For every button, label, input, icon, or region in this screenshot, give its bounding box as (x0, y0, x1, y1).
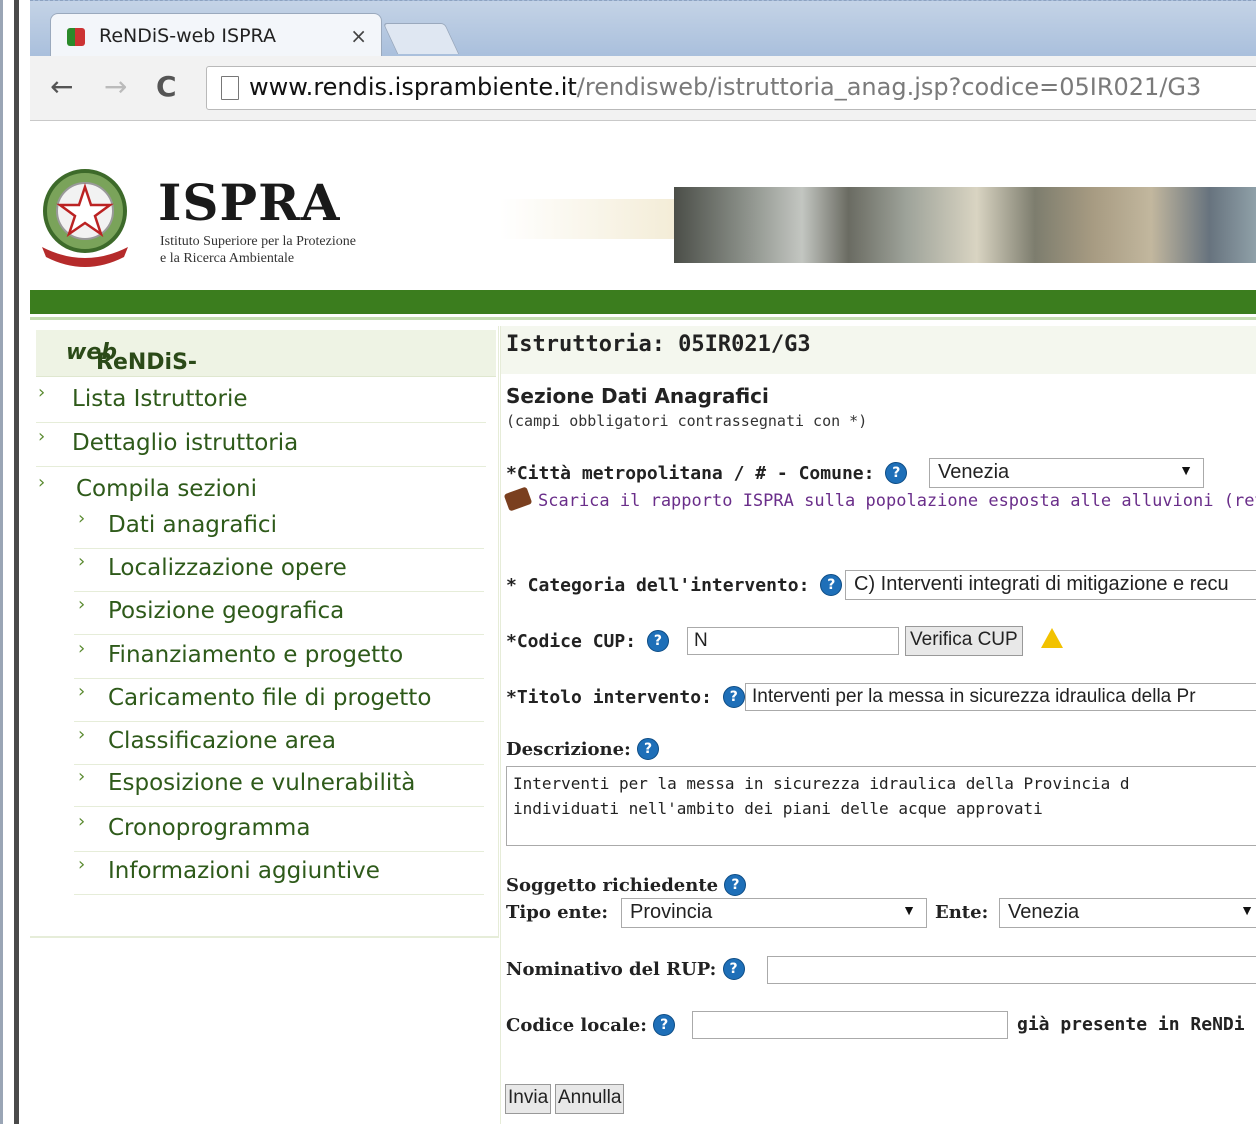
chevron-right-icon: › (38, 382, 46, 403)
sidebar-subitem-informazioni-aggiuntive[interactable]: › Informazioni aggiuntive (74, 854, 484, 895)
sidebar-item-lista-istruttorie[interactable]: › Lista Istruttorie (36, 382, 486, 423)
section-note: (campi obbligatori contrassegnati con *) (506, 412, 868, 430)
titolo-input[interactable]: Interventi per la messa in sicurezza idr… (745, 683, 1256, 711)
categoria-select[interactable]: C) Interventi integrati di mitigazione e… (845, 570, 1256, 600)
favicon-icon (67, 28, 85, 46)
url-text: www.rendis.isprambiente.it/rendisweb/ist… (249, 73, 1202, 101)
sidebar-subitem-caricamento-file[interactable]: › Caricamento file di progetto (74, 681, 484, 722)
help-icon[interactable]: ? (646, 630, 669, 652)
sidebar-item-dettaglio-istruttoria[interactable]: › Dettaglio istruttoria (36, 426, 486, 467)
browser-toolbar: ← → C www.rendis.isprambiente.it/rendisw… (30, 56, 1256, 121)
cup-label: *Codice CUP: ? (506, 630, 669, 652)
forward-arrow-icon[interactable]: → (104, 70, 127, 103)
comune-select[interactable]: Venezia ▼ (929, 458, 1204, 488)
chevron-right-icon: › (78, 681, 86, 702)
new-tab-button[interactable] (382, 23, 460, 54)
browser-tab[interactable]: ReNDiS-web ISPRA × (50, 13, 382, 58)
verifica-cup-button[interactable]: Verifica CUP (905, 626, 1023, 656)
book-icon (503, 486, 533, 512)
chevron-right-icon: › (78, 508, 86, 529)
help-icon[interactable]: ? (637, 738, 660, 760)
cup-input[interactable]: N (687, 627, 899, 655)
green-line (30, 317, 1256, 320)
sidebar-divider (30, 936, 498, 938)
brand-subtitle: Istituto Superiore per la Protezione e l… (160, 234, 356, 266)
sidebar-item-compila-sezioni[interactable]: › Compila sezioni (36, 472, 486, 512)
sidebar-subitem-cronoprogramma[interactable]: › Cronoprogramma (74, 811, 484, 852)
dropdown-arrow-icon: ▼ (1179, 462, 1193, 478)
sidebar-title: ReNDiS-web (36, 330, 496, 377)
back-arrow-icon[interactable]: ← (50, 70, 73, 103)
chevron-right-icon: › (78, 724, 86, 745)
screen-edge (0, 0, 30, 1124)
annulla-button[interactable]: Annulla (555, 1084, 625, 1114)
dropdown-arrow-icon: ▼ (902, 902, 916, 918)
chevron-right-icon: › (78, 638, 86, 659)
sidebar-subitem-esposizione-vulnerabilita[interactable]: › Esposizione e vulnerabilità (74, 766, 484, 807)
header-banner-image (674, 187, 1256, 263)
rup-label: Nominativo del RUP: ? (506, 958, 745, 980)
chevron-right-icon: › (38, 426, 46, 447)
invia-button[interactable]: Invia (505, 1084, 552, 1114)
address-bar[interactable]: www.rendis.isprambiente.it/rendisweb/ist… (206, 66, 1256, 110)
chevron-right-icon: › (78, 854, 86, 875)
main-content: Istruttoria: 05IR021/G3 Sezione Dati Ana… (500, 326, 1256, 1124)
sidebar-subitem-finanziamento-e-progetto[interactable]: › Finanziamento e progetto (74, 638, 484, 679)
chevron-right-icon: › (78, 551, 86, 572)
ente-select[interactable]: Venezia ▼ (999, 898, 1256, 928)
browser-tab-strip: ReNDiS-web ISPRA × (30, 0, 1256, 58)
soggetto-label: Soggetto richiedente ? (506, 874, 747, 896)
header-fade (500, 199, 680, 239)
download-report-link[interactable]: Scarica il rapporto ISPRA sulla popolazi… (503, 486, 1256, 512)
close-icon[interactable]: × (350, 24, 367, 48)
sidebar-subitem-localizzazione-opere[interactable]: › Localizzazione opere (74, 551, 484, 592)
help-icon[interactable]: ? (820, 574, 843, 596)
sidebar-subitem-posizione-geografica[interactable]: › Posizione geografica (74, 594, 484, 635)
rup-input[interactable] (767, 956, 1256, 984)
section-title: Sezione Dati Anagrafici (506, 384, 769, 408)
categoria-label: * Categoria dell'intervento: ? (506, 574, 843, 596)
page-icon (221, 76, 239, 100)
sidebar-subitem-dati-anagrafici[interactable]: › Dati anagrafici (74, 508, 484, 549)
help-icon[interactable]: ? (724, 874, 747, 896)
green-bar (30, 290, 1256, 314)
warning-icon (1041, 628, 1063, 648)
gia-presente-label: già presente in ReNDi (1017, 1014, 1245, 1035)
codice-locale-input[interactable] (692, 1011, 1008, 1039)
help-icon[interactable]: ? (722, 686, 745, 708)
chevron-right-icon: › (78, 766, 86, 787)
brand-title: ISPRA (158, 173, 341, 232)
tipo-ente-select[interactable]: Provincia ▼ (621, 898, 927, 928)
chevron-right-icon: › (78, 811, 86, 832)
ente-label: Ente: (935, 902, 989, 923)
dropdown-arrow-icon: ▼ (1240, 902, 1254, 918)
chevron-right-icon: › (78, 594, 86, 615)
sidebar-subitem-classificazione-area[interactable]: › Classificazione area (74, 724, 484, 765)
emblem-icon (42, 169, 128, 267)
chevron-right-icon: › (38, 472, 46, 493)
site-header: ISPRA Istituto Superiore per la Protezio… (30, 121, 1256, 289)
help-icon[interactable]: ? (885, 462, 908, 484)
codice-locale-label: Codice locale: ? (506, 1014, 676, 1036)
istruttoria-title: Istruttoria: 05IR021/G3 (506, 332, 811, 357)
sidebar: ReNDiS-web › Lista Istruttorie › Dettagl… (30, 326, 499, 938)
reload-icon[interactable]: C (156, 70, 177, 103)
descrizione-label: Descrizione: ? (506, 738, 660, 760)
descrizione-textarea[interactable]: Interventi per la messa in sicurezza idr… (506, 766, 1256, 846)
help-icon[interactable]: ? (722, 958, 745, 980)
comune-label: *Città metropolitana / # - Comune: ? (506, 462, 908, 484)
titolo-label: *Titolo intervento: ? (506, 686, 745, 708)
tipo-ente-label: Tipo ente: (506, 902, 609, 923)
tab-title: ReNDiS-web ISPRA (99, 25, 276, 47)
help-icon[interactable]: ? (653, 1014, 676, 1036)
